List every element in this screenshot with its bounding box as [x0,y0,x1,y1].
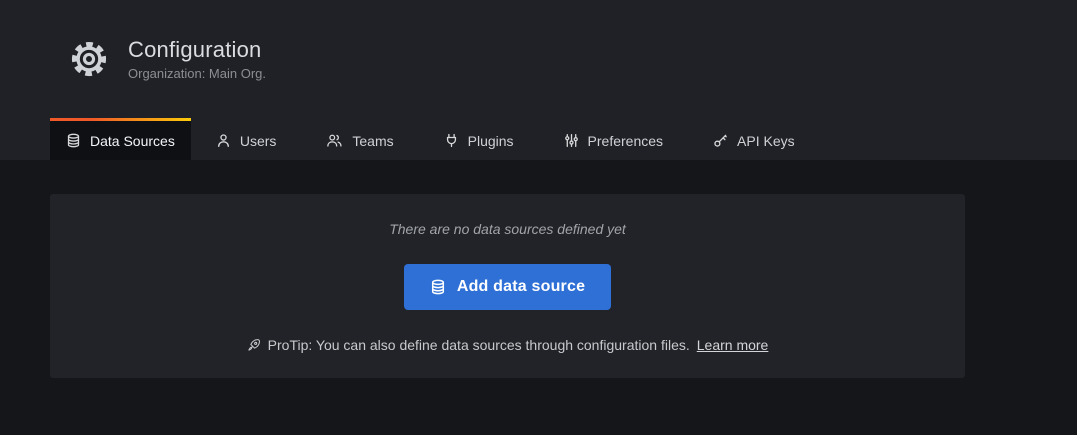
tab-api-keys[interactable]: API Keys [688,118,820,160]
tab-preferences[interactable]: Preferences [539,118,688,160]
page-subtitle: Organization: Main Org. [128,66,266,81]
header-titles: Configuration Organization: Main Org. [128,37,266,80]
tab-label: API Keys [737,133,795,149]
users-icon [326,133,343,148]
empty-state-card: There are no data sources defined yet Ad… [50,194,965,378]
add-data-source-button[interactable]: Add data source [404,264,611,310]
plug-icon [444,133,459,148]
tab-teams[interactable]: Teams [301,118,418,160]
page-header: Configuration Organization: Main Org. Da… [0,0,1077,160]
gear-icon [68,38,110,80]
tab-bar: Data Sources Users Teams [0,118,1077,160]
tab-label: Data Sources [90,133,175,149]
header-title-row: Configuration Organization: Main Org. [0,0,1077,118]
database-icon [430,279,446,295]
tab-data-sources[interactable]: Data Sources [50,118,191,160]
empty-state-message: There are no data sources defined yet [389,221,626,237]
protip-text: ProTip: You can also define data sources… [268,337,690,353]
page-body: There are no data sources defined yet Ad… [0,160,1077,435]
user-icon [216,133,231,148]
rocket-icon [247,338,261,352]
tab-label: Plugins [468,133,514,149]
add-button-label: Add data source [457,278,585,296]
protip-row: ProTip: You can also define data sources… [247,337,769,353]
tab-plugins[interactable]: Plugins [419,118,539,160]
tab-label: Teams [352,133,393,149]
database-icon [66,133,81,148]
key-icon [713,133,728,148]
page-title: Configuration [128,37,266,63]
sliders-icon [564,133,579,148]
tab-users[interactable]: Users [191,118,302,160]
learn-more-link[interactable]: Learn more [697,337,769,353]
tab-label: Users [240,133,277,149]
tab-label: Preferences [588,133,663,149]
